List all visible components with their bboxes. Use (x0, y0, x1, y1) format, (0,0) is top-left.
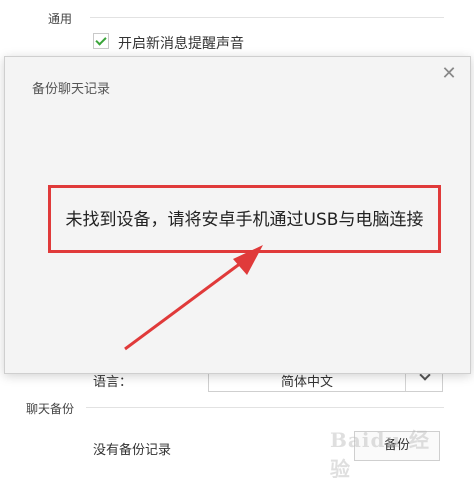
device-not-found-message: 未找到设备，请将安卓手机通过USB与电脑连接 (65, 210, 424, 230)
sound-checkbox[interactable] (93, 33, 109, 49)
check-icon (95, 34, 107, 46)
close-icon[interactable]: ✕ (440, 65, 458, 83)
highlight-box: 未找到设备，请将安卓手机通过USB与电脑连接 (48, 185, 441, 253)
section-divider (90, 17, 444, 18)
backup-dialog: 备份聊天记录 ✕ 未找到设备，请将安卓手机通过USB与电脑连接 (4, 56, 471, 374)
watermark: Baidu 经验 (330, 420, 450, 478)
sound-option-label: 开启新消息提醒声音 (118, 36, 244, 52)
section-divider (86, 407, 444, 408)
watermark-text: Baidu 经验 (330, 428, 430, 478)
no-backup-text: 没有备份记录 (93, 443, 172, 458)
section-label-general: 通用 (48, 12, 73, 26)
arrow-shaft (124, 255, 250, 351)
section-label-backup: 聊天备份 (26, 402, 75, 416)
dialog-title: 备份聊天记录 (32, 82, 111, 97)
